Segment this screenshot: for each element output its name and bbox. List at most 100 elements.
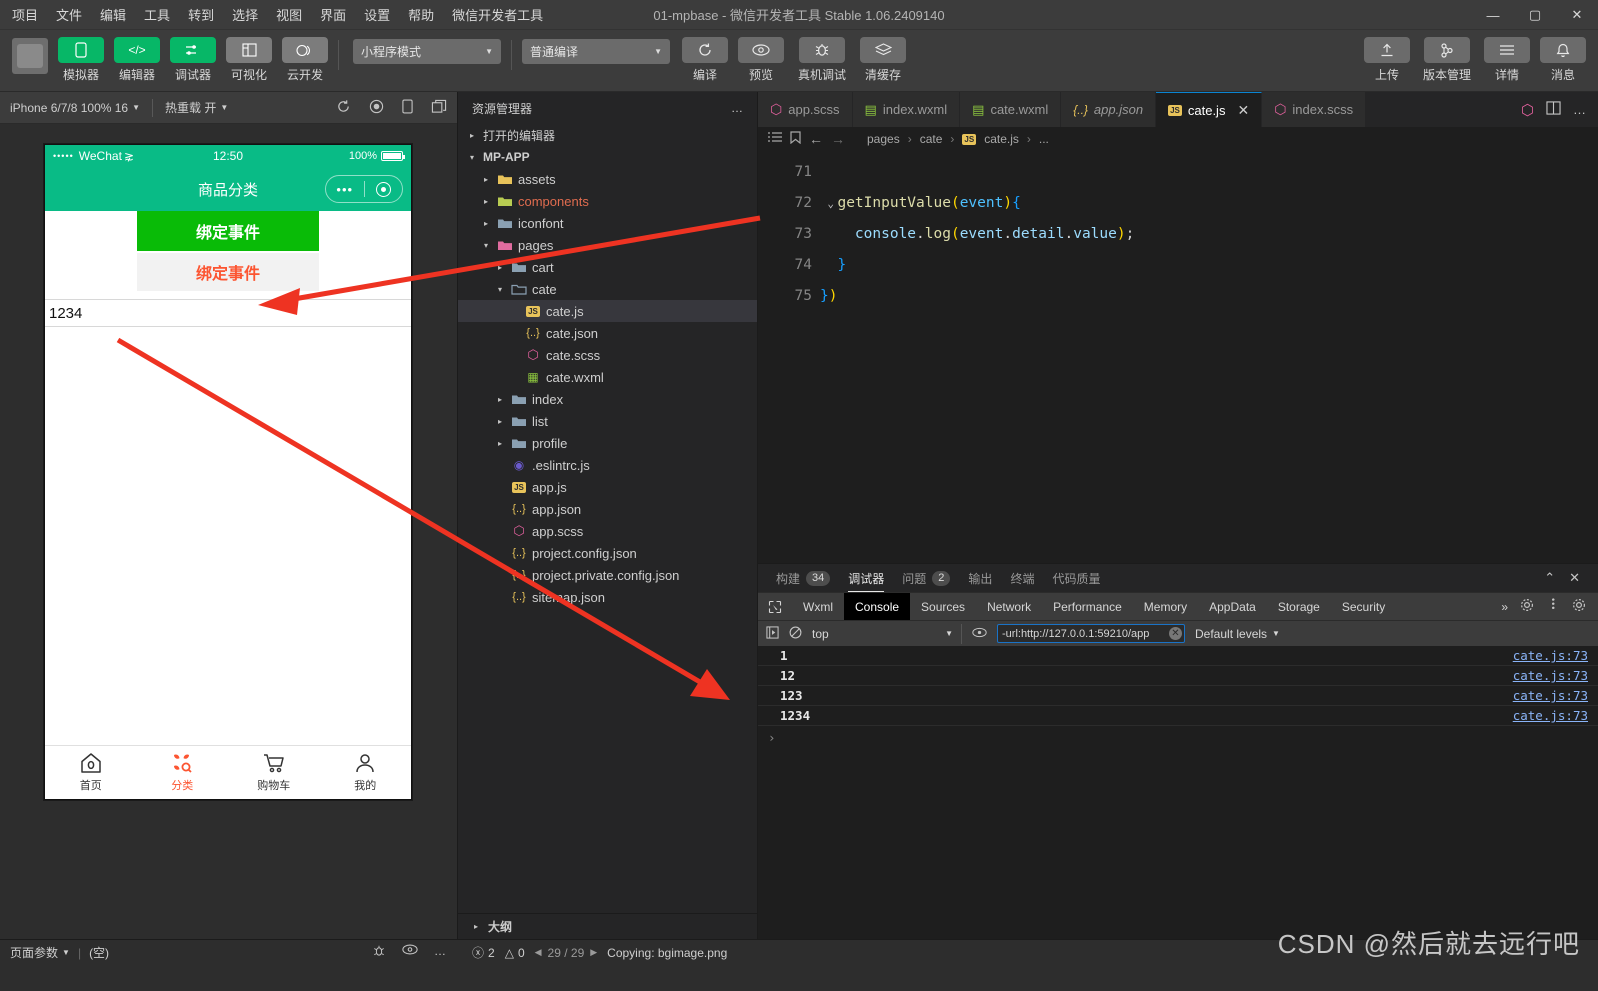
tree-item-list[interactable]: ▸ list: [458, 410, 757, 432]
split-editor-icon[interactable]: [1546, 101, 1561, 118]
console-row[interactable]: 1234 cate.js:73: [758, 706, 1598, 726]
more-icon[interactable]: …: [1573, 102, 1586, 117]
bind-event-primary-button[interactable]: 绑定事件: [137, 211, 319, 251]
mode-select[interactable]: 小程序模式 ▼: [353, 39, 501, 64]
tree-item--eslintrc-js[interactable]: ◉ .eslintrc.js: [458, 454, 757, 476]
clear-cache-button[interactable]: 清缓存: [858, 37, 908, 83]
device-select[interactable]: iPhone 6/7/8 100% 16 ▼: [10, 101, 140, 115]
tabbar-item-home[interactable]: 首页: [45, 746, 137, 799]
page-params-select[interactable]: 页面参数 ▼: [10, 944, 70, 961]
scss-icon[interactable]: ⬡: [1521, 101, 1534, 119]
tree-item-app-scss[interactable]: ⬡ app.scss: [458, 520, 757, 542]
clear-filter-icon[interactable]: ✕: [1169, 627, 1182, 640]
panel-tab-code-quality[interactable]: 代码质量: [1052, 564, 1100, 592]
value-input[interactable]: 1234: [45, 299, 411, 327]
tree-item-app-js[interactable]: JS app.js: [458, 476, 757, 498]
kebab-icon[interactable]: •••: [1548, 598, 1558, 615]
tree-item-cate-js[interactable]: JS cate.js: [458, 300, 757, 322]
console-source-link[interactable]: cate.js:73: [1513, 708, 1588, 723]
more-icon[interactable]: …: [434, 944, 446, 961]
breadcrumb-item-more[interactable]: ...: [1039, 132, 1049, 146]
panel-tab-terminal[interactable]: 终端: [1010, 564, 1034, 592]
close-icon[interactable]: ✕: [1569, 570, 1580, 586]
devtools-tab-console[interactable]: Console: [844, 592, 911, 621]
panel-tab-output[interactable]: 输出: [968, 564, 992, 592]
prev-icon[interactable]: ◀: [535, 947, 542, 958]
tree-item-project-private-config-json[interactable]: {..} project.private.config.json: [458, 564, 757, 586]
tree-item-cate-scss[interactable]: ⬡ cate.scss: [458, 344, 757, 366]
bug-icon[interactable]: [372, 944, 386, 961]
details-button[interactable]: 详情: [1482, 37, 1532, 83]
outline-icon[interactable]: [768, 131, 782, 147]
tree-item-cate-json[interactable]: {..} cate.json: [458, 322, 757, 344]
back-icon[interactable]: ←: [809, 131, 823, 147]
maximize-icon[interactable]: ▢: [1514, 0, 1556, 30]
tabbar-item-profile[interactable]: 我的: [320, 746, 412, 799]
tree-item-cate[interactable]: ▾ cate: [458, 278, 757, 300]
console-output[interactable]: 1 cate.js:73 12 cate.js:73 123 cate.js:7…: [758, 646, 1598, 939]
editor-tab-index-wxml[interactable]: ▤ index.wxml: [852, 92, 961, 127]
devtools-tab-security[interactable]: Security: [1331, 593, 1396, 621]
minimize-icon[interactable]: —: [1472, 0, 1514, 30]
console-row[interactable]: 1 cate.js:73: [758, 646, 1598, 666]
devtools-more-icon[interactable]: »: [1489, 600, 1520, 614]
editor-tab-index-scss[interactable]: ⬡ index.scss: [1262, 92, 1367, 127]
menu-item-interface[interactable]: 界面: [318, 2, 348, 27]
tree-item-index[interactable]: ▸ index: [458, 388, 757, 410]
refresh-icon[interactable]: [336, 99, 351, 117]
console-source-link[interactable]: cate.js:73: [1513, 668, 1588, 683]
menu-item-edit[interactable]: 编辑: [98, 2, 128, 27]
code-editor[interactable]: 71 72 ⌄ 73 74 75 getInputValue(event){ c…: [758, 151, 1598, 563]
tree-item-pages[interactable]: ▾ pages: [458, 234, 757, 256]
clear-console-icon[interactable]: [789, 626, 802, 642]
compile-button[interactable]: 编译: [680, 37, 730, 83]
tree-item-sitemap-json[interactable]: {..} sitemap.json: [458, 586, 757, 608]
menu-item-settings[interactable]: 设置: [362, 2, 392, 27]
editor-tab-cate-js[interactable]: JS cate.js ✕: [1156, 92, 1263, 127]
console-row[interactable]: 12 cate.js:73: [758, 666, 1598, 686]
tree-item-project-config-json[interactable]: {..} project.config.json: [458, 542, 757, 564]
eye-icon[interactable]: [402, 944, 418, 961]
console-levels-select[interactable]: Default levels ▼: [1195, 627, 1280, 641]
devtools-tab-appdata[interactable]: AppData: [1198, 593, 1267, 621]
window-icon[interactable]: [431, 99, 447, 117]
devtools-tab-storage[interactable]: Storage: [1267, 593, 1331, 621]
console-prompt[interactable]: ›: [758, 726, 1598, 748]
breadcrumb-item-pages[interactable]: pages: [867, 132, 900, 146]
compile-select[interactable]: 普通编译 ▼: [522, 39, 670, 64]
messages-button[interactable]: 消息: [1538, 37, 1588, 83]
panel-tab-build[interactable]: 构建 34: [776, 564, 831, 592]
breadcrumb-item-file[interactable]: cate.js: [984, 132, 1019, 146]
gear-icon[interactable]: [1572, 598, 1586, 615]
close-circle-icon[interactable]: [365, 181, 403, 197]
editor-button[interactable]: </> 编辑器: [114, 37, 160, 83]
menu-item-tools[interactable]: 工具: [142, 2, 172, 27]
visualization-button[interactable]: 可视化: [226, 37, 272, 83]
close-icon[interactable]: ✕: [1556, 0, 1598, 30]
panel-tab-problems[interactable]: 问题 2: [902, 564, 951, 592]
cloud-button[interactable]: 云开发: [282, 37, 328, 83]
real-device-debug-button[interactable]: 真机调试: [792, 37, 852, 83]
menu-item-view[interactable]: 视图: [274, 2, 304, 27]
menu-item-project[interactable]: 项目: [10, 2, 40, 27]
upload-button[interactable]: 上传: [1362, 37, 1412, 83]
debugger-button[interactable]: 调试器: [170, 37, 216, 83]
tree-item-iconfont[interactable]: ▸ iconfont: [458, 212, 757, 234]
editor-tab-app-json[interactable]: {..} app.json: [1061, 92, 1157, 127]
menu-item-select[interactable]: 选择: [230, 2, 260, 27]
more-icon[interactable]: …: [731, 101, 743, 115]
console-filter-input[interactable]: -url:http://127.0.0.1:59210/app ✕: [997, 624, 1185, 643]
more-icon[interactable]: •••: [326, 182, 364, 197]
console-source-link[interactable]: cate.js:73: [1513, 648, 1588, 663]
fold-icon[interactable]: ⌄: [827, 188, 834, 219]
warning-count[interactable]: △ 0: [505, 946, 525, 960]
error-count[interactable]: ⓧ 2: [472, 944, 495, 961]
menu-item-help[interactable]: 帮助: [406, 2, 436, 27]
rotate-icon[interactable]: [402, 99, 413, 117]
console-row[interactable]: 123 cate.js:73: [758, 686, 1598, 706]
console-eye-icon[interactable]: [972, 627, 987, 641]
wechat-capsule[interactable]: •••: [325, 175, 403, 203]
avatar[interactable]: [12, 38, 48, 74]
breadcrumb-item-cate[interactable]: cate: [920, 132, 943, 146]
tree-open-editors[interactable]: ▸ 打开的编辑器: [458, 124, 757, 146]
